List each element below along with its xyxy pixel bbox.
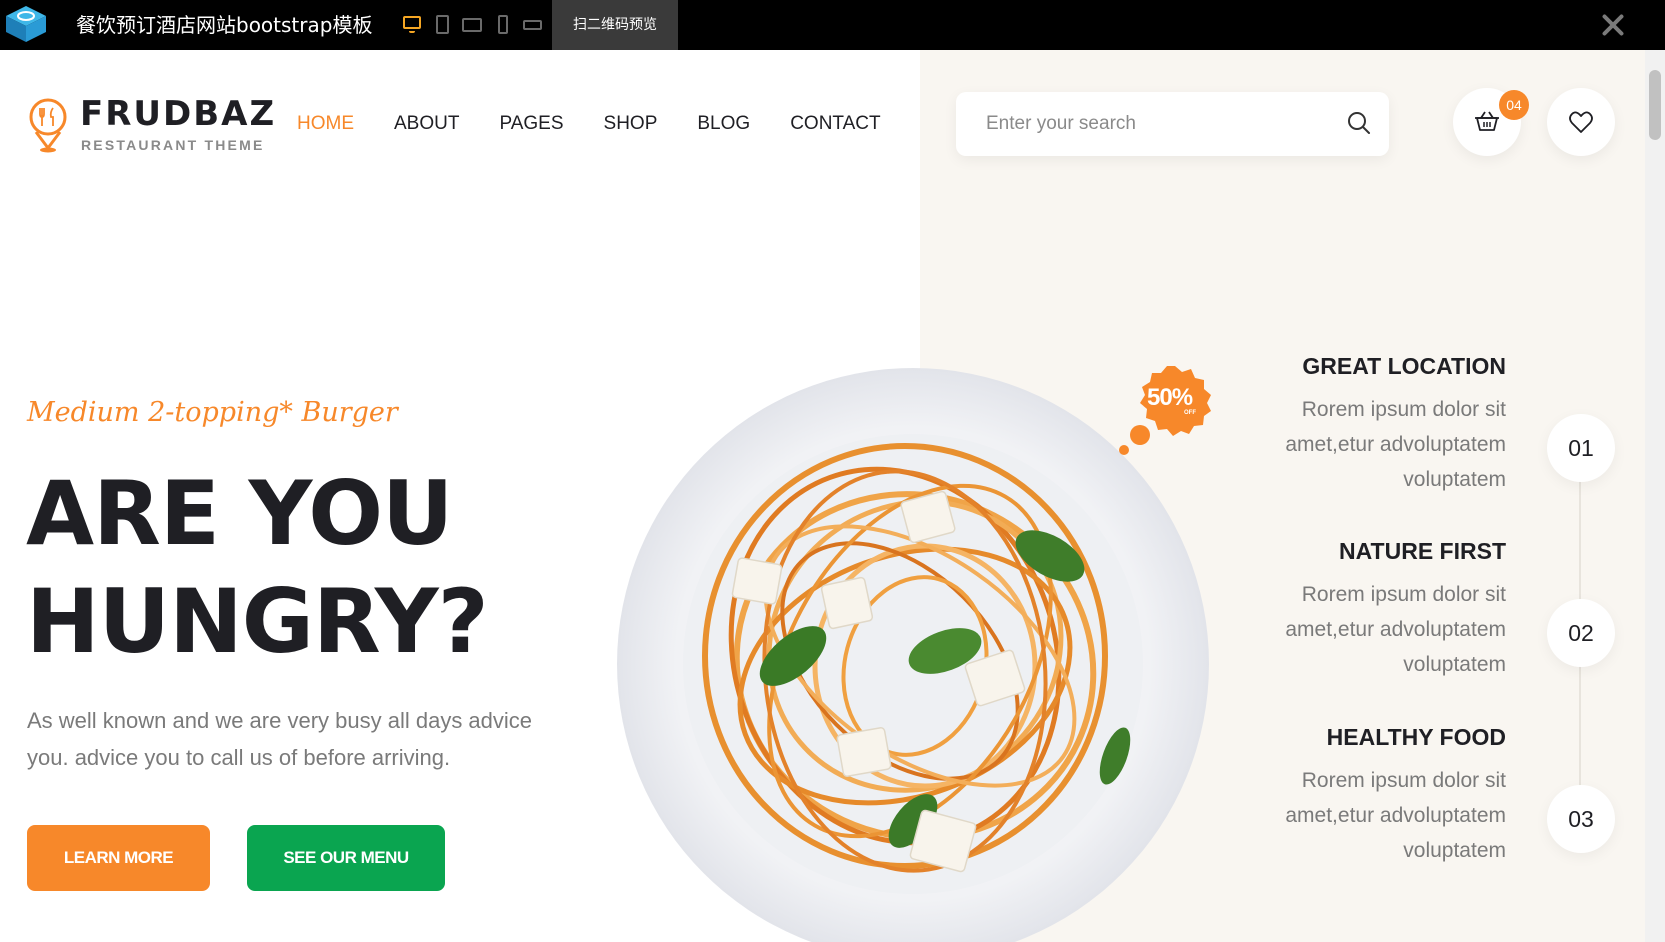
search-icon[interactable] xyxy=(1346,110,1372,136)
feature-title: GREAT LOCATION xyxy=(1302,353,1506,379)
brand-subtitle: RESTAURANT THEME xyxy=(81,137,265,153)
device-switcher xyxy=(398,14,548,36)
search-input[interactable] xyxy=(986,110,1326,138)
feature-nature-first: NATURE FIRST Rorem ipsum dolor sit amet,… xyxy=(1216,537,1506,682)
main-navigation: HOME ABOUT PAGES SHOP BLOG CONTACT xyxy=(297,112,921,136)
hero-title: ARE YOU HUNGRY? xyxy=(26,460,489,676)
hero-description: As well known and we are very busy all d… xyxy=(27,708,533,770)
nav-item-contact[interactable]: CONTACT xyxy=(790,112,880,136)
feature-great-location: GREAT LOCATION Rorem ipsum dolor sit ame… xyxy=(1216,352,1506,497)
see-menu-button[interactable]: SEE OUR MENU xyxy=(247,825,445,891)
discount-off-label: OFF xyxy=(1184,410,1196,416)
cart-count-badge: 04 xyxy=(1499,90,1529,120)
restaurant-homepage: FRUDBAZ RESTAURANT THEME HOME ABOUT PAGE… xyxy=(0,50,1665,942)
tablet-portrait-icon[interactable] xyxy=(428,14,458,36)
scrollbar-thumb[interactable] xyxy=(1649,70,1661,140)
restaurant-pin-logo-icon[interactable] xyxy=(26,96,70,154)
search-box xyxy=(956,92,1389,156)
feature-number-badge: 02 xyxy=(1547,599,1615,667)
feature-title: HEALTHY FOOD xyxy=(1326,724,1506,750)
feature-text: Rorem ipsum dolor sit amet,etur advolupt… xyxy=(1285,769,1506,862)
phone-portrait-icon[interactable] xyxy=(488,14,518,36)
hero-title-line-1: ARE YOU xyxy=(26,462,453,565)
hero-tagline: Medium 2-topping* Burger xyxy=(27,397,398,428)
nav-item-home[interactable]: HOME xyxy=(297,112,354,136)
tablet-landscape-icon[interactable] xyxy=(458,14,488,36)
nav-item-shop[interactable]: SHOP xyxy=(604,112,658,136)
desktop-icon[interactable] xyxy=(398,14,428,36)
feature-number-badge: 03 xyxy=(1547,785,1615,853)
qr-preview-button[interactable]: 扫二维码预览 xyxy=(552,0,678,50)
feature-title: NATURE FIRST xyxy=(1339,538,1506,564)
feature-healthy-food: HEALTHY FOOD Rorem ipsum dolor sit amet,… xyxy=(1216,723,1506,868)
nav-item-pages[interactable]: PAGES xyxy=(499,112,563,136)
preview-toolbar: 餐饮预订酒店网站bootstrap模板 扫二维码预览 xyxy=(0,0,1665,50)
phone-landscape-icon[interactable] xyxy=(518,14,548,36)
close-icon[interactable] xyxy=(1600,12,1626,38)
heart-icon xyxy=(1569,111,1593,133)
feature-number-badge: 01 xyxy=(1547,414,1615,482)
learn-more-button[interactable]: LEARN MORE xyxy=(27,825,210,891)
nav-item-about[interactable]: ABOUT xyxy=(394,112,459,136)
discount-percent: 50% xyxy=(1147,384,1193,411)
template-title: 餐饮预订酒店网站bootstrap模板 xyxy=(76,13,373,37)
wishlist-button[interactable] xyxy=(1547,88,1615,156)
feature-text: Rorem ipsum dolor sit amet,etur advolupt… xyxy=(1285,398,1506,491)
brand-name[interactable]: FRUDBAZ xyxy=(80,94,276,134)
site-logo-icon[interactable] xyxy=(2,2,50,46)
hero-title-line-2: HUNGRY? xyxy=(26,570,489,673)
nav-item-blog[interactable]: BLOG xyxy=(697,112,750,136)
badge-dot-small xyxy=(1119,445,1129,455)
feature-text: Rorem ipsum dolor sit amet,etur advolupt… xyxy=(1285,583,1506,676)
badge-dot-large xyxy=(1130,425,1150,445)
page-scrollbar[interactable] xyxy=(1645,50,1665,942)
